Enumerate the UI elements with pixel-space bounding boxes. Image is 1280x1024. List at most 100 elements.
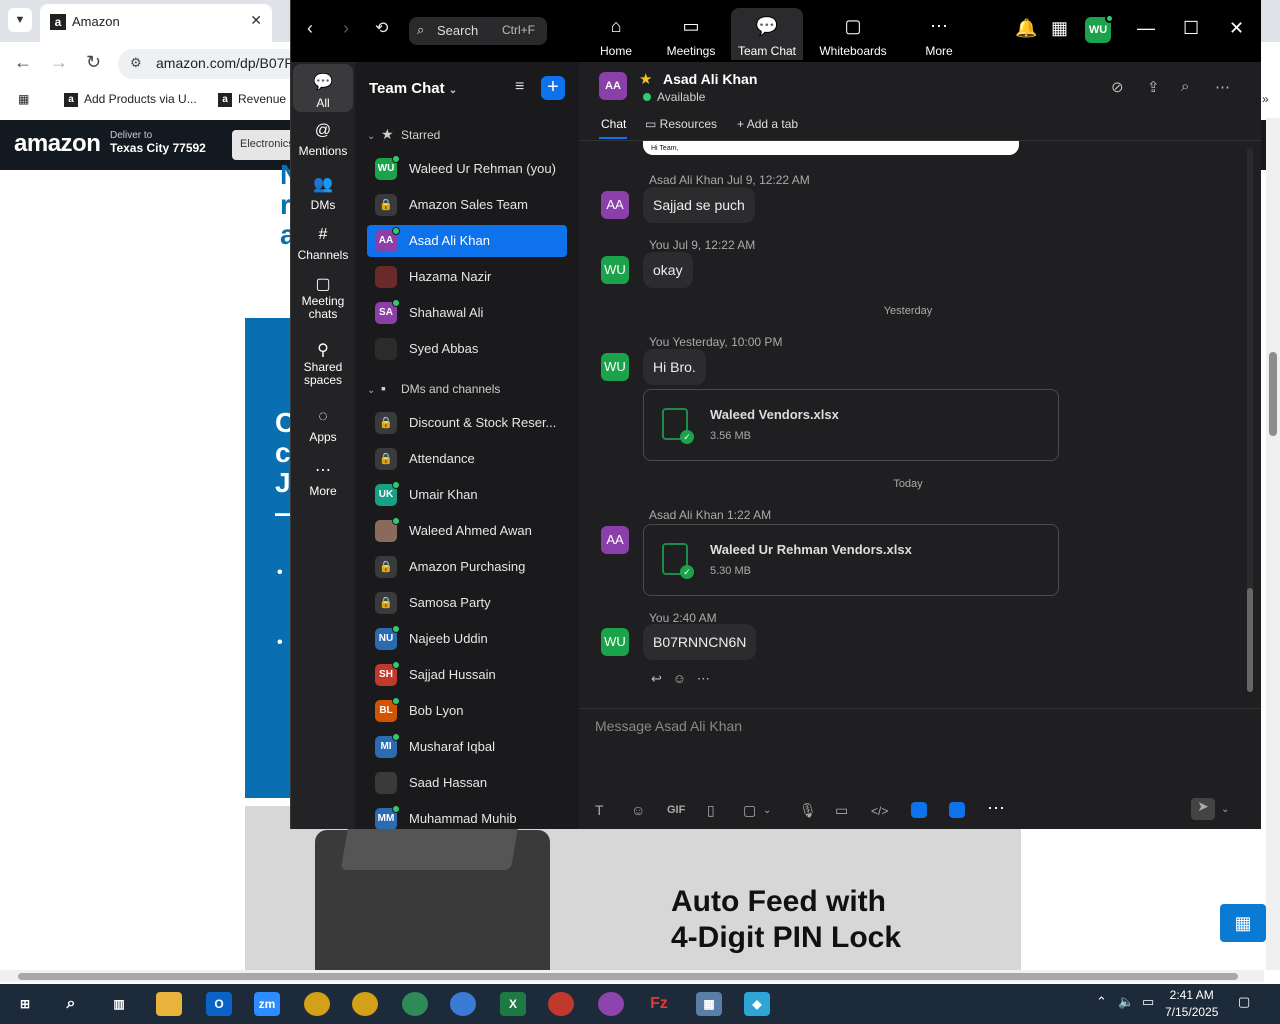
list-item[interactable]: Saad Hassan bbox=[367, 767, 567, 799]
rail-meeting-chats[interactable]: ▢ Meeting chats bbox=[293, 277, 353, 321]
message-bubble[interactable]: B07RNNCN6N bbox=[643, 624, 757, 660]
avatar[interactable]: AA bbox=[601, 526, 629, 554]
video-off-icon[interactable]: ⊘ bbox=[1111, 78, 1124, 96]
history-icon[interactable]: ⟲ bbox=[375, 18, 388, 38]
avatar[interactable]: WU bbox=[601, 628, 629, 656]
chevron-down-icon[interactable]: ⌄ bbox=[1221, 804, 1229, 815]
rail-all[interactable]: 💬 All bbox=[293, 64, 353, 112]
previous-message-card[interactable]: Hi Team, bbox=[643, 141, 1019, 155]
calendar-icon[interactable]: ▦ bbox=[1051, 18, 1068, 39]
forward-icon[interactable]: › bbox=[343, 18, 349, 39]
zoom-icon[interactable]: zm bbox=[254, 992, 280, 1016]
address-bar[interactable]: ⚙ amazon.com/dp/B07R bbox=[118, 49, 318, 79]
emoji-reaction-icon[interactable]: ☺ bbox=[673, 671, 686, 686]
list-item[interactable]: 🔒 Attendance bbox=[367, 443, 567, 475]
excel-icon[interactable]: X bbox=[500, 992, 526, 1016]
forward-icon[interactable]: → bbox=[50, 52, 68, 73]
tab-home[interactable]: ⌂ Home bbox=[580, 8, 652, 60]
chrome-icon[interactable] bbox=[304, 992, 330, 1016]
list-item[interactable]: Syed Abbas bbox=[367, 333, 567, 365]
message-bubble[interactable]: Hi Bro. bbox=[643, 349, 706, 385]
tab-search-dropdown[interactable]: ▼ bbox=[8, 8, 32, 32]
windows-start-icon[interactable]: ⊞ bbox=[12, 992, 38, 1016]
vertical-scrollbar[interactable] bbox=[1266, 118, 1280, 970]
video-message-icon[interactable]: ▭ bbox=[835, 802, 848, 819]
volume-icon[interactable]: 🔈 bbox=[1118, 994, 1134, 1010]
tab-close-icon[interactable]: ✕ bbox=[250, 12, 262, 29]
rail-shared-spaces[interactable]: ⚲ Shared spaces bbox=[293, 343, 353, 387]
back-icon[interactable]: ← bbox=[14, 52, 32, 73]
list-item[interactable]: WU Waleed Ur Rehman (you) bbox=[367, 153, 567, 185]
share-screen-icon[interactable]: ⇪ bbox=[1147, 78, 1160, 96]
close-icon[interactable]: ✕ bbox=[1229, 18, 1244, 39]
list-item[interactable]: 🔒 Discount & Stock Reser... bbox=[367, 407, 567, 439]
code-icon[interactable]: </> bbox=[871, 804, 888, 818]
maximize-icon[interactable]: ☐ bbox=[1183, 18, 1199, 39]
avatar[interactable]: WU bbox=[601, 256, 629, 284]
list-item[interactable]: 🔒 Samosa Party bbox=[367, 587, 567, 619]
tab-add[interactable]: + Add a tab bbox=[737, 117, 798, 131]
app-icon[interactable]: ◆ bbox=[744, 992, 770, 1016]
apps-grid-icon[interactable]: ▦ bbox=[18, 92, 29, 106]
contact-name[interactable]: Asad Ali Khan bbox=[663, 71, 757, 87]
chevron-down-icon[interactable]: ⌄ bbox=[763, 805, 771, 816]
tab-team-chat[interactable]: 💬 Team Chat bbox=[731, 8, 803, 60]
more-icon[interactable]: ⋯ bbox=[697, 671, 710, 686]
bookmark-1[interactable]: a Add Products via U... bbox=[64, 92, 197, 107]
microphone-icon[interactable]: 🎙 bbox=[799, 802, 817, 819]
tab-more[interactable]: ⋯ More bbox=[903, 8, 975, 60]
more-icon[interactable]: ⋯ bbox=[1215, 78, 1230, 96]
chrome-icon[interactable] bbox=[548, 992, 574, 1016]
new-chat-button[interactable]: + bbox=[541, 76, 565, 100]
file-attachment[interactable]: ✓ Waleed Vendors.xlsx 3.56 MB bbox=[643, 389, 1059, 461]
chat-scrollbar[interactable] bbox=[1247, 148, 1253, 692]
rail-apps[interactable]: ◌ Apps bbox=[293, 408, 353, 444]
message-bubble[interactable]: Sajjad se puch bbox=[643, 187, 755, 223]
tab-meetings[interactable]: ▭ Meetings bbox=[655, 8, 727, 60]
avatar[interactable]: AA bbox=[599, 72, 627, 100]
bookmark-2[interactable]: a Revenue bbox=[218, 92, 286, 107]
text-format-icon[interactable]: T bbox=[595, 802, 604, 818]
tab-resources[interactable]: ▭ Resources bbox=[645, 117, 717, 131]
horizontal-scrollbar[interactable] bbox=[0, 970, 1264, 982]
reload-icon[interactable]: ↻ bbox=[86, 52, 101, 73]
dms-section[interactable]: ⌄ ▪ DMs and channels bbox=[367, 380, 500, 396]
list-item[interactable]: MM Muhammad Muhib bbox=[367, 803, 567, 829]
search-icon[interactable]: ⌕ bbox=[58, 992, 84, 1016]
minimize-icon[interactable]: — bbox=[1137, 18, 1155, 39]
clock[interactable]: 2:41 AM 7/15/2025 bbox=[1165, 987, 1218, 1021]
app-icon[interactable] bbox=[949, 802, 965, 818]
chrome-icon[interactable] bbox=[598, 992, 624, 1016]
file-explorer-icon[interactable] bbox=[156, 992, 182, 1016]
rail-mentions[interactable]: @ Mentions bbox=[293, 122, 353, 158]
list-item[interactable]: BL Bob Lyon bbox=[367, 695, 567, 727]
message-input[interactable]: Message Asad Ali Khan bbox=[595, 718, 742, 734]
star-icon[interactable]: ★ bbox=[639, 70, 652, 88]
list-item[interactable]: Hazama Nazir bbox=[367, 261, 567, 293]
task-view-icon[interactable]: ▥ bbox=[106, 992, 132, 1016]
list-item[interactable]: MI Musharaf Iqbal bbox=[367, 731, 567, 763]
chrome-icon[interactable] bbox=[352, 992, 378, 1016]
outlook-icon[interactable]: O bbox=[206, 992, 232, 1016]
avatar[interactable]: AA bbox=[601, 191, 629, 219]
message-bubble[interactable]: okay bbox=[643, 252, 693, 288]
bell-icon[interactable]: 🔔 bbox=[1015, 18, 1037, 39]
notifications-icon[interactable]: ▢ bbox=[1238, 994, 1250, 1010]
filter-icon[interactable]: ≡ bbox=[515, 78, 524, 96]
zoom-search[interactable]: ⌕ Search Ctrl+F bbox=[409, 17, 547, 45]
emoji-icon[interactable]: ☺ bbox=[631, 802, 645, 818]
app-icon[interactable] bbox=[911, 802, 927, 818]
calculator-icon[interactable]: ▦ bbox=[696, 992, 722, 1016]
tab-whiteboards[interactable]: ▢ Whiteboards bbox=[815, 8, 891, 60]
screenshot-icon[interactable]: ▢ bbox=[743, 802, 756, 819]
gif-icon[interactable]: GIF bbox=[667, 804, 685, 816]
avatar[interactable]: WU bbox=[1085, 14, 1114, 43]
more-icon[interactable]: ⋯ bbox=[987, 798, 1005, 819]
reply-icon[interactable]: ↩ bbox=[651, 671, 662, 686]
search-icon[interactable]: ⌕ bbox=[1181, 78, 1189, 95]
rail-channels[interactable]: # Channels bbox=[293, 226, 353, 262]
file-attachment[interactable]: ✓ Waleed Ur Rehman Vendors.xlsx 5.30 MB bbox=[643, 524, 1059, 596]
chrome-icon[interactable] bbox=[402, 992, 428, 1016]
amazon-logo[interactable]: amazon bbox=[14, 130, 101, 158]
chrome-icon[interactable] bbox=[450, 992, 476, 1016]
